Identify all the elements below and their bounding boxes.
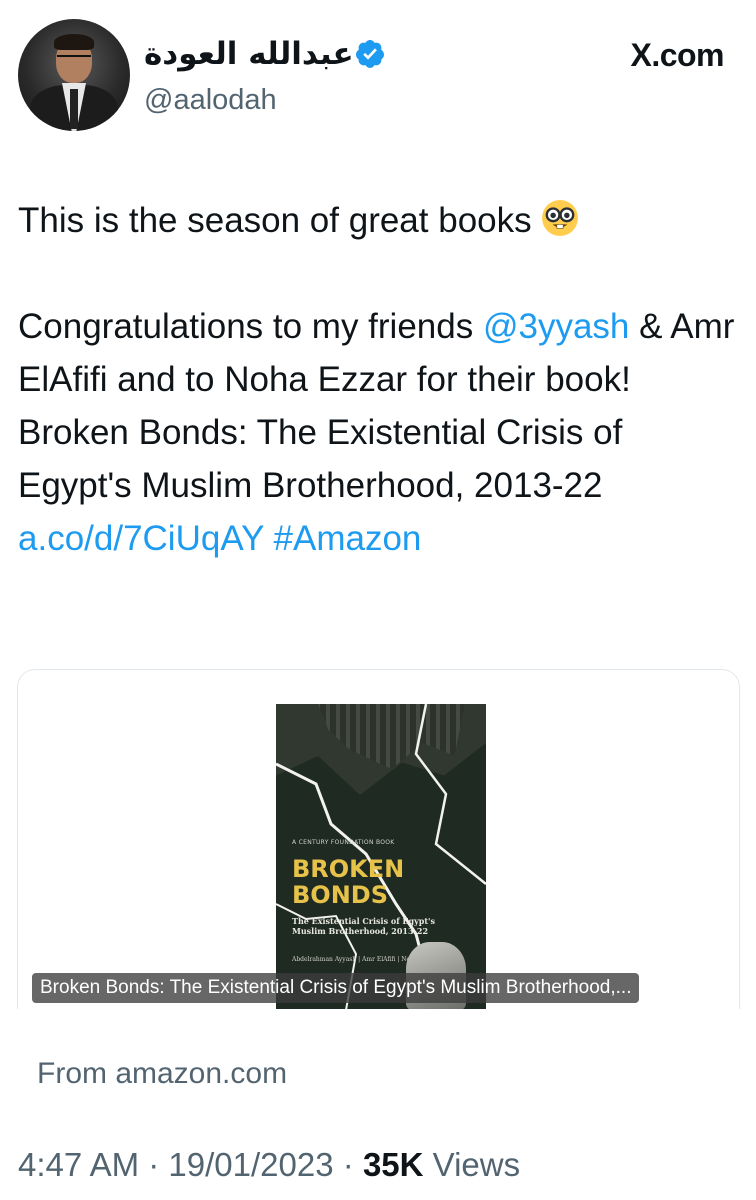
nerd-face-emoji-icon	[542, 200, 579, 236]
cover-title-line2: BONDS	[292, 881, 388, 909]
avatar[interactable]	[18, 19, 130, 131]
hashtag-link[interactable]: #Amazon	[274, 519, 422, 558]
meta-separator: ·	[148, 1146, 160, 1183]
cover-series: A CENTURY FOUNDATION BOOK	[292, 839, 395, 846]
cover-subtitle: The Existential Crisis of Egypt's Muslim…	[292, 916, 435, 936]
cover-title: BROKEN BONDS	[292, 856, 404, 908]
meta-separator: ·	[342, 1146, 354, 1183]
tweet-metadata: 4:47 AM · 19/01/2023 · 35K Views	[18, 1146, 520, 1184]
book-cover-image: A CENTURY FOUNDATION BOOK BROKEN BONDS T…	[276, 704, 486, 1009]
author-handle[interactable]: @aalodah	[144, 84, 277, 117]
views-count: 35K	[362, 1146, 424, 1183]
tweet-links: a.co/d/7CiUqAY #Amazon	[18, 512, 738, 565]
source-label: X.com	[630, 37, 724, 73]
amazon-short-link[interactable]: a.co/d/7CiUqAY	[18, 519, 264, 558]
tweet-paragraph-2: Congratulations to my friends @3yyash & …	[18, 300, 738, 406]
tweet-header: عبدالله العودة @aalodah X.com	[0, 0, 756, 150]
link-preview-card[interactable]: A CENTURY FOUNDATION BOOK BROKEN BONDS T…	[17, 669, 740, 1009]
book-line: Broken Bonds: The Existential Crisis of …	[18, 413, 623, 505]
verified-badge-icon	[355, 40, 384, 68]
congrats-prefix: Congratulations to my friends	[18, 307, 483, 346]
author-name-row[interactable]: عبدالله العودة	[144, 33, 394, 75]
avatar-hair	[54, 34, 94, 50]
tweet-time[interactable]: 4:47 AM	[18, 1146, 139, 1183]
cover-title-line1: BROKEN	[292, 855, 405, 883]
avatar-tie	[70, 89, 78, 129]
card-caption[interactable]: Broken Bonds: The Existential Crisis of …	[32, 973, 640, 1003]
views-label: Views	[432, 1146, 521, 1183]
tweet-date[interactable]: 19/01/2023	[168, 1146, 333, 1183]
card-source-domain[interactable]: From amazon.com	[37, 1057, 287, 1091]
avatar-glasses	[57, 55, 91, 63]
tweet-line-1: This is the season of great books	[18, 194, 738, 247]
tweet-text: This is the season of great books Congra…	[18, 194, 738, 565]
tweet-text-line1: This is the season of great books	[18, 201, 532, 240]
author-display-name[interactable]: عبدالله العودة	[144, 36, 354, 72]
mention-link[interactable]: @3yyash	[483, 307, 629, 346]
